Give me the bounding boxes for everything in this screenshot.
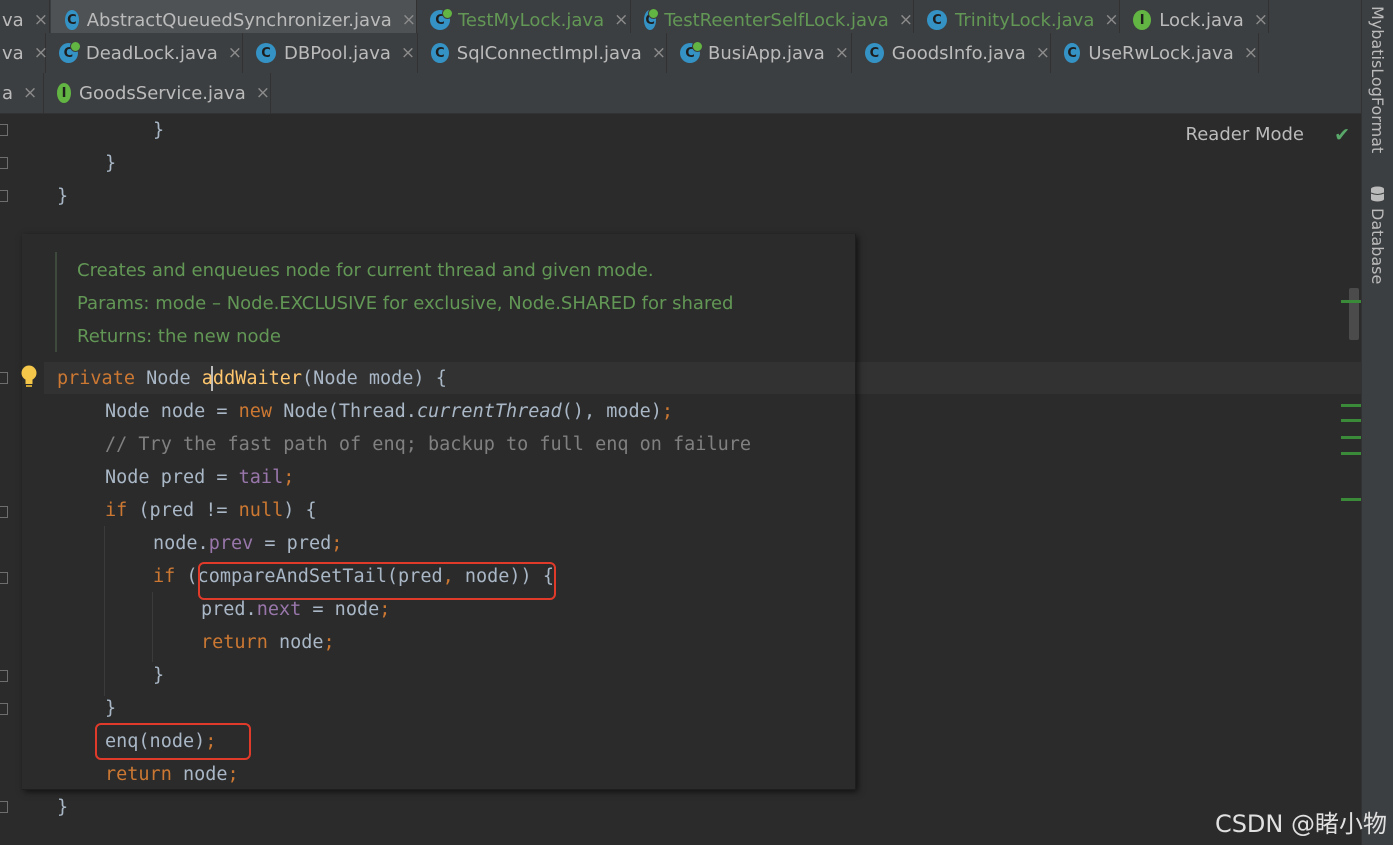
- fold-marker[interactable]: [0, 157, 8, 169]
- change-marker[interactable]: [1341, 300, 1361, 303]
- close-icon[interactable]: ×: [835, 43, 849, 63]
- highlight-box-enq: [95, 723, 251, 760]
- watermark: CSDN @睹小物: [1214, 810, 1387, 838]
- indent-guide: [104, 526, 105, 696]
- tab-busi-app[interactable]: C BusiApp.java ×: [668, 33, 852, 73]
- tab-db-pool[interactable]: C DBPool.java ×: [244, 33, 418, 73]
- check-icon[interactable]: ✔: [1334, 124, 1350, 146]
- code-comment: // Try the fast path of enq; backup to f…: [105, 434, 752, 455]
- change-marker[interactable]: [1341, 498, 1361, 501]
- close-icon[interactable]: ×: [614, 10, 628, 30]
- close-icon[interactable]: ×: [34, 43, 48, 63]
- close-icon[interactable]: ×: [34, 10, 48, 30]
- code-line: }: [153, 120, 165, 141]
- fold-marker[interactable]: [0, 506, 8, 518]
- fold-marker[interactable]: [0, 801, 8, 813]
- change-marker[interactable]: [1341, 452, 1361, 455]
- lightbulb-icon[interactable]: [20, 364, 38, 390]
- class-icon: C: [431, 43, 449, 63]
- fold-marker[interactable]: [0, 124, 8, 136]
- code-line: return node;: [201, 632, 335, 653]
- class-icon: C: [865, 43, 884, 63]
- close-icon[interactable]: ×: [23, 83, 37, 103]
- code-line: Node node = new Node(Thread.currentThrea…: [105, 401, 674, 422]
- fold-marker[interactable]: [0, 190, 8, 202]
- doc-line: Returns: the new node: [77, 326, 282, 347]
- class-icon: C: [1064, 43, 1081, 63]
- runnable-class-icon: C: [430, 8, 453, 30]
- close-icon[interactable]: ×: [256, 83, 270, 103]
- fold-marker[interactable]: [0, 670, 8, 682]
- class-icon: C: [927, 10, 947, 30]
- runnable-class-icon: C: [680, 41, 703, 63]
- tab-goods-service[interactable]: I GoodsService.java ×: [45, 73, 271, 113]
- tab-row-3: a × I GoodsService.java ×: [0, 73, 1362, 114]
- code-editor[interactable]: Reader Mode ✔ } } } Creates and enqueues…: [0, 114, 1362, 845]
- interface-icon: I: [1133, 10, 1152, 30]
- reader-mode-label[interactable]: Reader Mode: [1186, 124, 1304, 145]
- code-line: }: [57, 797, 69, 818]
- close-icon[interactable]: ×: [899, 10, 913, 30]
- close-icon[interactable]: ×: [228, 43, 242, 63]
- tab-row-2: va × C DeadLock.java × C DBPool.java × C SqlCo…: [0, 33, 1362, 74]
- runnable-class-icon: C: [59, 41, 81, 63]
- doc-line: Params: mode – Node.EXCLUSIVE for exclus…: [77, 293, 734, 314]
- change-marker[interactable]: [1341, 419, 1361, 422]
- doc-line: Creates and enqueues node for current th…: [77, 260, 654, 281]
- tab-sql-connect-impl[interactable]: C SqlConnectImpl.java ×: [419, 33, 667, 73]
- close-icon[interactable]: ×: [1104, 10, 1118, 30]
- right-tool-strip: MybatisLogFormat Database: [1361, 0, 1393, 845]
- tab-truncated-2[interactable]: va ×: [0, 33, 48, 73]
- class-icon: C: [65, 10, 79, 30]
- database-icon[interactable]: [1370, 186, 1385, 202]
- fold-marker[interactable]: [0, 372, 8, 384]
- code-line: if (pred != null) {: [105, 500, 317, 521]
- close-icon[interactable]: ×: [1036, 43, 1050, 63]
- code-line: Node pred = tail;: [105, 467, 295, 488]
- interface-icon: I: [57, 83, 71, 103]
- code-line: return node;: [105, 764, 239, 785]
- mybatis-log-format-tool[interactable]: MybatisLogFormat: [1368, 6, 1387, 153]
- tab-truncated-3[interactable]: a ×: [0, 73, 44, 113]
- code-line: }: [105, 698, 117, 719]
- doc-gutter-bar: [55, 252, 57, 352]
- fold-marker[interactable]: [0, 572, 8, 584]
- database-tool[interactable]: Database: [1368, 208, 1387, 284]
- change-marker[interactable]: [1341, 404, 1361, 407]
- tab-goods-info[interactable]: C GoodsInfo.java ×: [853, 33, 1051, 73]
- close-icon[interactable]: ×: [1244, 43, 1258, 63]
- highlight-box-compare-and-set-tail: [198, 562, 556, 600]
- close-icon[interactable]: ×: [1254, 10, 1268, 30]
- code-line: node.prev = pred;: [153, 533, 343, 554]
- close-icon[interactable]: ×: [401, 43, 415, 63]
- code-line: }: [105, 153, 117, 174]
- indent-guide: [152, 592, 153, 662]
- scrollbar-thumb[interactable]: [1349, 288, 1359, 340]
- class-icon: C: [256, 43, 276, 63]
- code-line: }: [57, 186, 69, 207]
- fold-marker[interactable]: [0, 703, 8, 715]
- tab-use-rw-lock[interactable]: C UseRwLock.java ×: [1052, 33, 1259, 73]
- tab-dead-lock[interactable]: C DeadLock.java ×: [47, 33, 243, 73]
- close-icon[interactable]: ×: [402, 10, 416, 30]
- change-marker[interactable]: [1341, 436, 1361, 439]
- code-line-signature: private Node addWaiter(Node mode) {: [57, 368, 447, 389]
- close-icon[interactable]: ×: [652, 43, 666, 63]
- runnable-class-icon: C: [644, 8, 660, 30]
- code-line: }: [153, 665, 165, 686]
